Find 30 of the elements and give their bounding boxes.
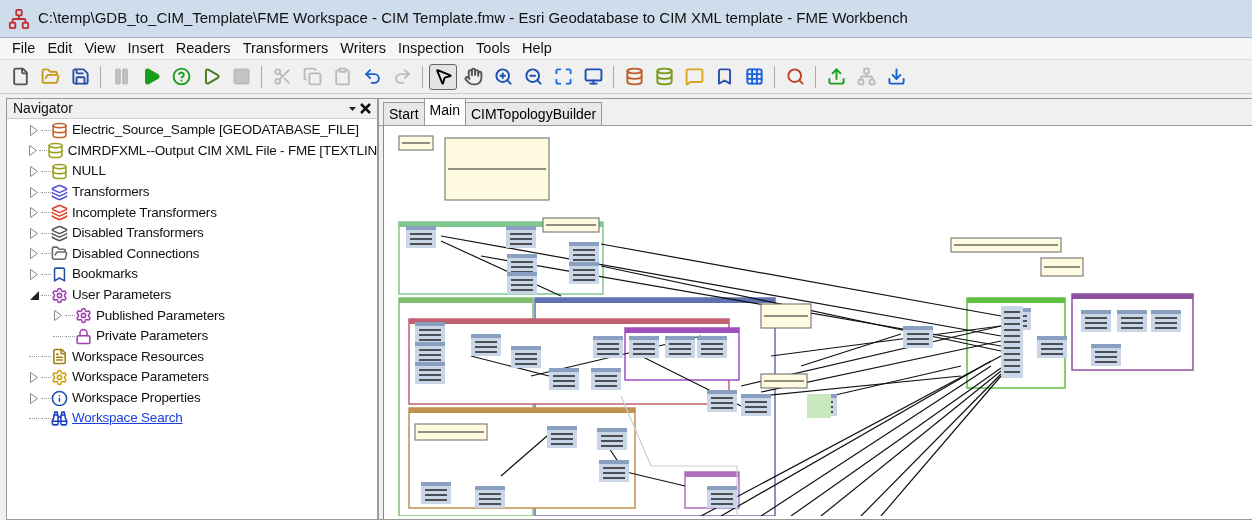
tree-item[interactable]: User Parameters	[72, 284, 172, 306]
tree-item[interactable]: Private Parameters	[96, 326, 208, 347]
menu-item[interactable]: Transformers	[236, 37, 335, 60]
tree-item[interactable]: NULL	[72, 161, 106, 182]
menu-item[interactable]: Tools	[470, 37, 516, 60]
tree-item[interactable]: Disabled Transformers	[72, 223, 204, 244]
tree-item[interactable]: Incomplete Transformers	[72, 202, 217, 223]
tab[interactable]: Start	[383, 102, 425, 125]
workspace-search-link[interactable]: Workspace Search	[72, 408, 183, 429]
panel-title: Navigator	[13, 99, 73, 118]
menu-item[interactable]: Insert	[121, 37, 170, 60]
tree-item[interactable]: CIMRDFXML--Output CIM XML File - FME [TEXTLIN	[67, 140, 377, 161]
menu-item[interactable]: File	[6, 37, 42, 60]
window-title: C:\temp\GDB_to_CIM_Template\FME Workspace - CIM Template.fmw - Esri Geodatabase to CIM XML template - FME Workbench	[38, 8, 908, 29]
tree-item[interactable]: Workspace Parameters	[72, 367, 209, 388]
menu-item[interactable]: Help	[515, 37, 558, 60]
tab[interactable]: Main	[423, 98, 466, 125]
tree-item[interactable]: Electric_Source_Sample [GEODATABASE_FILE]	[72, 120, 359, 141]
tree-item[interactable]: Published Parameters	[96, 305, 225, 326]
menu-item[interactable]: View	[78, 37, 122, 60]
tree-item[interactable]: Workspace Properties	[72, 387, 201, 409]
tab[interactable]: CIMTopologyBuilder	[464, 102, 603, 125]
menu-item[interactable]: Edit	[41, 37, 79, 60]
menu-item[interactable]: Writers	[334, 37, 392, 60]
menu-item[interactable]: Inspection	[391, 37, 471, 60]
tree-item[interactable]: Disabled Connections	[72, 243, 200, 264]
tree-item[interactable]: Workspace Resources	[72, 346, 204, 367]
tree-item[interactable]: Bookmarks	[72, 264, 138, 285]
tree-item[interactable]: Transformers	[72, 181, 150, 203]
menu-item[interactable]: Readers	[169, 37, 237, 60]
